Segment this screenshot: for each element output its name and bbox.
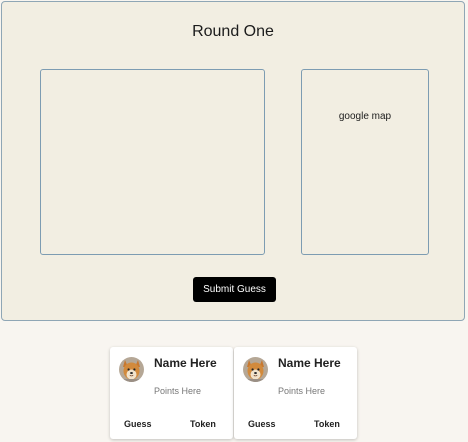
avatar xyxy=(243,357,268,382)
google-map-box[interactable]: google map xyxy=(301,69,429,255)
street-view-image-box xyxy=(40,69,265,255)
submit-guess-button[interactable]: Submit Guess xyxy=(193,277,276,302)
token-button[interactable]: Token xyxy=(314,419,340,429)
player-card: Name Here Points Here Guess Token xyxy=(234,347,357,439)
player-name: Name Here xyxy=(154,356,217,370)
player-points: Points Here xyxy=(278,386,326,396)
shiba-dog-avatar-icon xyxy=(243,357,268,382)
player-name: Name Here xyxy=(278,356,341,370)
token-button[interactable]: Token xyxy=(190,419,216,429)
player-points: Points Here xyxy=(154,386,202,396)
player-card: Name Here Points Here Guess Token xyxy=(110,347,233,439)
round-panel: Round One google map Submit Guess xyxy=(1,1,465,321)
guess-button[interactable]: Guess xyxy=(248,419,276,429)
round-title: Round One xyxy=(192,23,274,40)
google-map-label: google map xyxy=(338,111,392,122)
avatar xyxy=(119,357,144,382)
guess-button[interactable]: Guess xyxy=(124,419,152,429)
shiba-dog-avatar-icon xyxy=(119,357,144,382)
